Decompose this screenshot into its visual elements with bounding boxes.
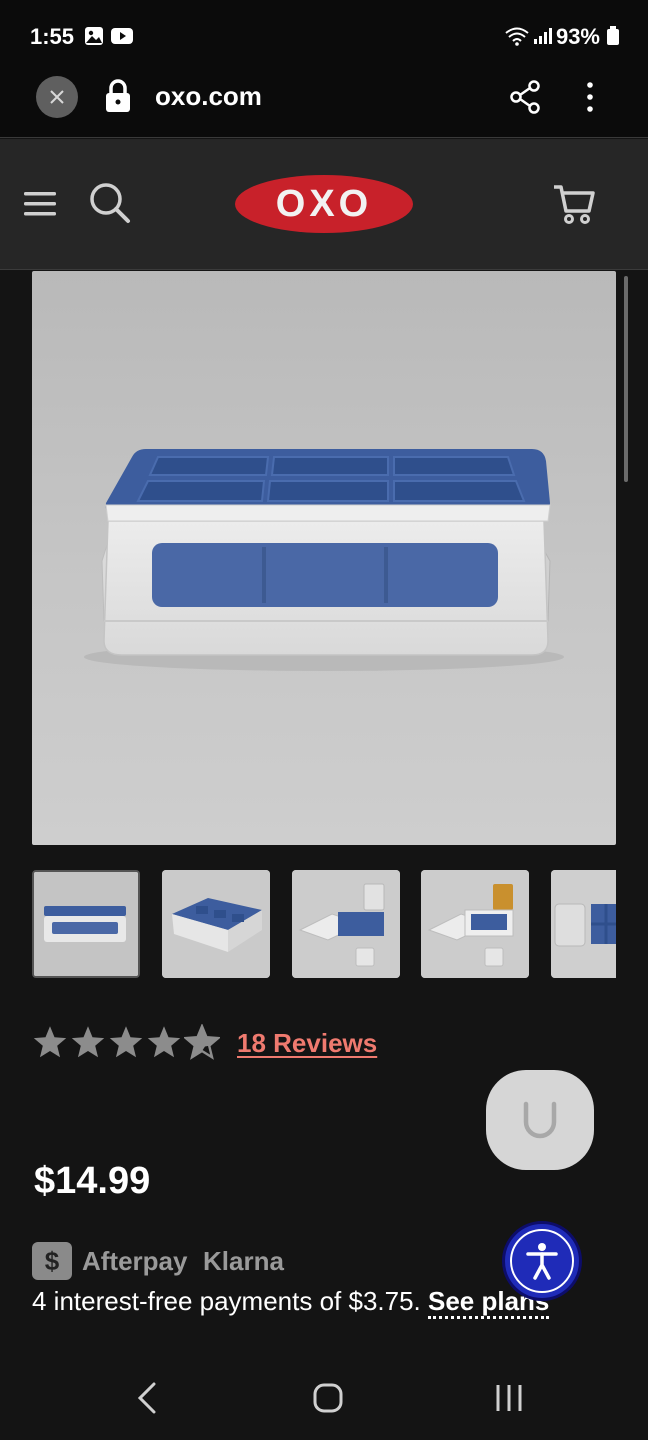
afterpay-dollar-icon: $ xyxy=(32,1242,72,1280)
klarna-label: Klarna xyxy=(203,1246,284,1276)
star-full-icon xyxy=(147,1026,181,1058)
accessibility-person-icon xyxy=(526,1243,558,1280)
star-full-icon xyxy=(71,1026,105,1058)
star-full-icon xyxy=(33,1026,67,1058)
logo-text: OXO xyxy=(275,182,373,225)
share-icon[interactable] xyxy=(510,80,542,114)
smile-icon xyxy=(523,1101,557,1139)
lock-icon xyxy=(106,79,130,112)
star-full-icon xyxy=(109,1026,143,1058)
thumbnail-image xyxy=(421,870,529,978)
thumbnail-image xyxy=(162,870,270,978)
afterpay-label: Afterpay xyxy=(82,1246,188,1276)
status-bar: 1:55 93% xyxy=(0,0,648,72)
thumbnail-image xyxy=(34,872,138,976)
product-price: $14.99 xyxy=(34,1160,151,1202)
back-icon[interactable] xyxy=(134,1380,160,1416)
star-rating xyxy=(32,1024,220,1060)
star-half-icon xyxy=(184,1024,220,1060)
thumbnail-3[interactable] xyxy=(292,870,400,978)
url-field[interactable]: oxo.com xyxy=(155,81,262,112)
thumbnail-5[interactable] xyxy=(551,870,616,978)
system-nav-bar xyxy=(0,1356,648,1440)
thumbnail-2[interactable] xyxy=(162,870,270,978)
cart-icon[interactable] xyxy=(552,183,596,225)
youtube-icon xyxy=(111,28,133,44)
home-icon[interactable] xyxy=(312,1382,344,1414)
reviews-link[interactable]: 18 Reviews xyxy=(237,1028,377,1059)
thumbnail-strip xyxy=(32,870,616,980)
thumbnail-image xyxy=(551,870,616,978)
wifi-icon xyxy=(505,27,529,46)
close-tab-button[interactable] xyxy=(36,76,78,118)
thumbnail-4[interactable] xyxy=(421,870,529,978)
browser-bar: oxo.com xyxy=(0,72,648,138)
close-icon xyxy=(50,90,64,104)
oxo-logo[interactable]: OXO xyxy=(235,175,413,233)
thumbnail-image xyxy=(292,870,400,978)
recent-apps-icon[interactable] xyxy=(494,1382,524,1414)
gallery-icon xyxy=(85,27,103,45)
accessibility-ring xyxy=(510,1229,574,1293)
thumbnail-1[interactable] xyxy=(32,870,140,978)
ice-cube-tray-illustration xyxy=(84,449,564,671)
product-image[interactable] xyxy=(32,271,616,845)
chat-widget-button[interactable] xyxy=(486,1070,594,1170)
more-options-icon[interactable] xyxy=(580,80,600,114)
installments-copy: 4 interest-free payments of $3.75. xyxy=(32,1286,428,1316)
battery-icon xyxy=(607,26,619,45)
search-icon[interactable] xyxy=(88,181,132,225)
signal-icon xyxy=(534,28,552,44)
image-scrollbar[interactable] xyxy=(624,276,628,482)
battery-level: 93% xyxy=(555,24,600,49)
accessibility-button[interactable] xyxy=(502,1221,582,1301)
menu-icon[interactable] xyxy=(24,189,58,219)
site-header: OXO xyxy=(0,139,648,270)
installments-text: 4 interest-free payments of $3.75. See p… xyxy=(32,1286,550,1319)
status-time: 1:55 xyxy=(30,24,75,49)
